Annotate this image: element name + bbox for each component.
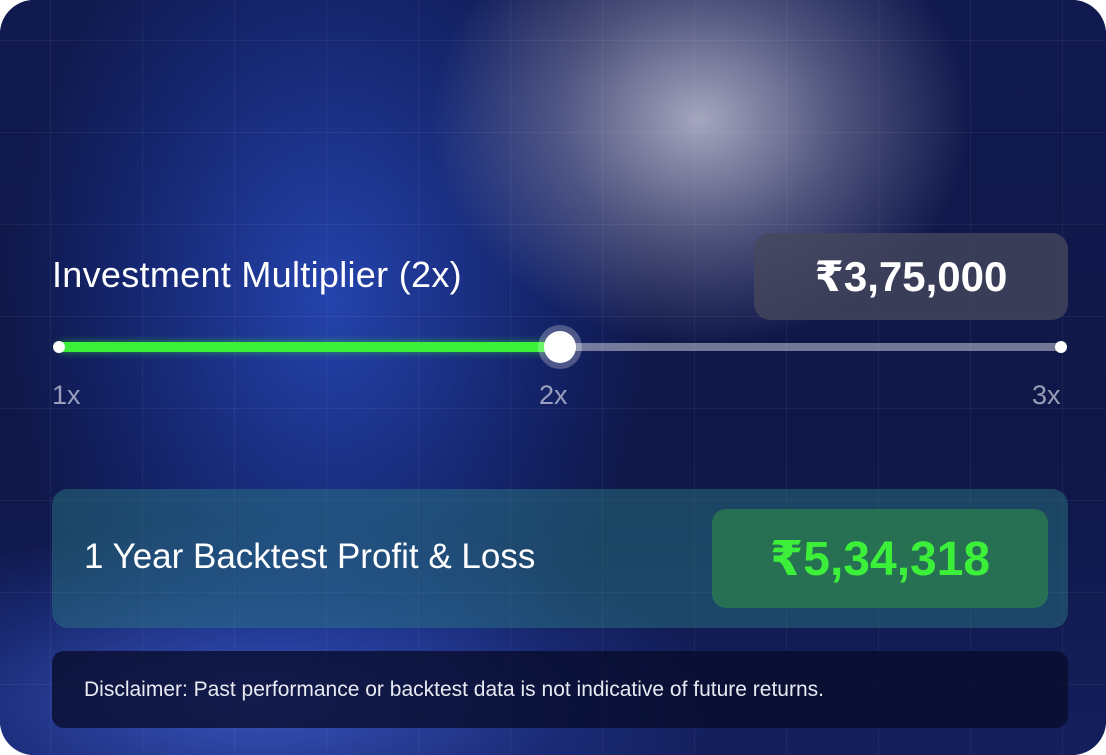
multiplier-title: Investment Multiplier (2x) (52, 254, 462, 295)
backtest-label: 1 Year Backtest Profit & Loss (84, 537, 536, 576)
slider-tick-max: 3x (1032, 380, 1061, 410)
disclaimer-banner: Disclaimer: Past performance or backtest… (52, 651, 1068, 728)
slider-tick-mid: 2x (539, 380, 568, 410)
multiplier-slider[interactable] (52, 330, 1072, 364)
slider-start-dot (53, 341, 65, 353)
background-grid (0, 0, 1106, 755)
backtest-value: ₹5,34,318 (769, 532, 991, 586)
slider-end-dot (1055, 341, 1067, 353)
slider-tick-min: 1x (52, 380, 81, 410)
investment-amount-badge: ₹3,75,000 (754, 233, 1068, 320)
slider-fill (58, 342, 560, 352)
investment-amount: ₹3,75,000 (814, 253, 1008, 300)
disclaimer-text: Disclaimer: Past performance or backtest… (84, 677, 824, 701)
slider-thumb[interactable] (544, 331, 576, 363)
backtest-value-badge: ₹5,34,318 (712, 509, 1048, 608)
investment-card: Investment Multiplier (2x) ₹3,75,000 1x … (0, 0, 1106, 755)
